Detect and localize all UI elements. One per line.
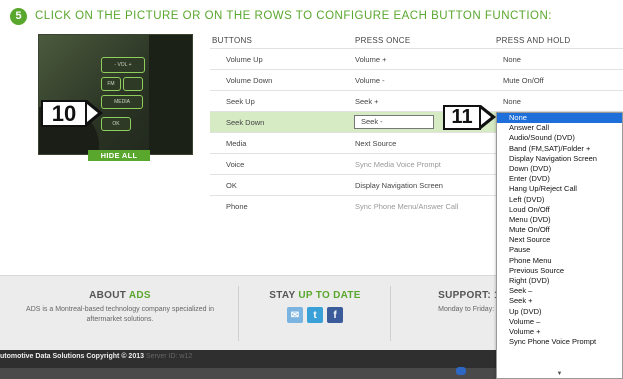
button-name-cell: Media [226, 139, 247, 148]
dropdown-option[interactable]: None [497, 113, 622, 124]
stay-title: STAY UP TO DATE [269, 290, 361, 301]
column-header-press-hold: PRESS AND HOLD [496, 36, 571, 45]
dropdown-option[interactable]: Hang Up/Reject Call [497, 184, 622, 194]
press-hold-cell: None [503, 97, 521, 106]
dropdown-option[interactable]: Menu (DVD) [497, 215, 622, 225]
button-name-cell: Phone [226, 202, 248, 211]
dropdown-option[interactable]: Down (DVD) [497, 164, 622, 174]
copyright-text: utomotive Data Solutions Copyright © 201… [0, 353, 193, 360]
button-name-cell: Volume Down [226, 76, 273, 85]
button-name-cell: Volume Up [226, 55, 263, 64]
about-text: ADS is a Montreal-based technology compa… [26, 306, 214, 323]
facebook-icon[interactable]: f [327, 307, 343, 323]
press-once-cell: Display Navigation Screen [355, 181, 443, 190]
callout-label-11: 11 [443, 105, 481, 130]
dropdown-option[interactable]: Left (DVD) [497, 195, 622, 205]
dropdown-option[interactable]: Volume + [497, 327, 622, 337]
social-links: ✉ t f [245, 307, 385, 323]
footer-stay-updated: STAY UP TO DATE ✉ t f [245, 290, 385, 323]
phone-ok-control-button[interactable]: OK [101, 117, 131, 131]
callout-arrow-fill [481, 109, 491, 125]
column-header-buttons: BUTTONS [212, 36, 253, 45]
dropdown-option[interactable]: Sync Phone Voice Prompt [497, 337, 622, 347]
press-once-cell: Sync Phone Menu/Answer Call [355, 202, 459, 211]
volume-control-button[interactable]: - VOL + [101, 57, 145, 73]
footer-divider [238, 286, 239, 341]
footer-divider [390, 286, 391, 341]
callout-label-10: 10 [41, 100, 87, 127]
press-once-cell: Next Source [355, 139, 397, 148]
dropdown-option[interactable]: Next Source [497, 235, 622, 245]
press-once-cell: Volume + [355, 55, 387, 64]
table-row[interactable]: Seek Up Seek + None [210, 90, 623, 111]
dropdown-option[interactable]: Display Navigation Screen [497, 154, 622, 164]
dropdown-option[interactable]: Volume – [497, 317, 622, 327]
table-row[interactable]: Volume Down Volume - Mute On/Off [210, 69, 623, 90]
dropdown-option[interactable]: Band (FM,SAT)/Folder + [497, 144, 622, 154]
dropdown-option[interactable]: Audio/Sound (DVD) [497, 133, 622, 143]
voice-control-button[interactable] [123, 77, 143, 91]
dropdown-option[interactable]: Up (DVD) [497, 307, 622, 317]
button-name-cell: Seek Up [226, 97, 255, 106]
dropdown-option[interactable]: Loud On/Off [497, 205, 622, 215]
step-number-badge: 5 [10, 7, 27, 25]
press-once-cell: Sync Media Voice Prompt [355, 160, 441, 169]
footer-support: SUPPORT: 1 Monday to Friday: 8 [400, 290, 500, 315]
wheel-rim-shape-right [149, 35, 192, 154]
dropdown-option[interactable]: Seek – [497, 286, 622, 296]
nav-indicator-icon[interactable] [456, 367, 466, 375]
dropdown-options: None Answer Call Audio/Sound (DVD) Band (FM… [497, 113, 622, 347]
page-header: 5 CLICK ON THE PICTURE OR ON THE ROWS TO… [0, 0, 623, 32]
press-hold-dropdown-list[interactable]: None Answer Call Audio/Sound (DVD) Band (FM… [496, 112, 623, 379]
press-hold-cell: Mute On/Off [503, 76, 544, 85]
twitter-icon[interactable]: t [307, 307, 323, 323]
press-once-cell: Volume - [355, 76, 385, 85]
media-control-button[interactable]: MEDIA [101, 95, 143, 109]
dropdown-option[interactable]: Right (DVD) [497, 276, 622, 286]
press-once-cell: Seek + [355, 97, 379, 106]
support-title: SUPPORT: 1 [438, 290, 500, 301]
dropdown-option[interactable]: Enter (DVD) [497, 174, 622, 184]
dropdown-option[interactable]: Seek + [497, 296, 622, 306]
about-title: ABOUT ADS [89, 290, 151, 301]
dropdown-option[interactable]: Phone Menu [497, 256, 622, 266]
steering-wheel-picture[interactable]: - VOL + FM MEDIA OK [38, 34, 193, 155]
column-header-press-once: PRESS ONCE [355, 36, 411, 45]
hide-all-button[interactable]: HIDE ALL [88, 150, 150, 161]
press-hold-cell: None [503, 55, 521, 64]
dropdown-option[interactable]: Answer Call [497, 123, 622, 133]
button-name-cell: OK [226, 181, 237, 190]
press-once-select[interactable]: Seek - [354, 115, 434, 129]
email-icon[interactable]: ✉ [287, 307, 303, 323]
table-row[interactable]: Volume Up Volume + None [210, 48, 623, 69]
dropdown-option[interactable]: Mute On/Off [497, 225, 622, 235]
seek-control-button[interactable]: FM [101, 77, 121, 91]
button-name-cell: Voice [226, 160, 245, 169]
dropdown-option[interactable]: Pause [497, 245, 622, 255]
button-name-cell: Seek Down [226, 118, 265, 127]
scroll-down-triangle-icon[interactable]: ▼ [497, 370, 622, 378]
dropdown-option[interactable]: Previous Source [497, 266, 622, 276]
footer-about: ABOUT ADS ADS is a Montreal-based techno… [10, 290, 230, 325]
page-title: CLICK ON THE PICTURE OR ON THE ROWS TO C… [35, 10, 552, 22]
callout-arrow-fill [87, 104, 98, 122]
support-hours: Monday to Friday: 8 [438, 306, 500, 313]
